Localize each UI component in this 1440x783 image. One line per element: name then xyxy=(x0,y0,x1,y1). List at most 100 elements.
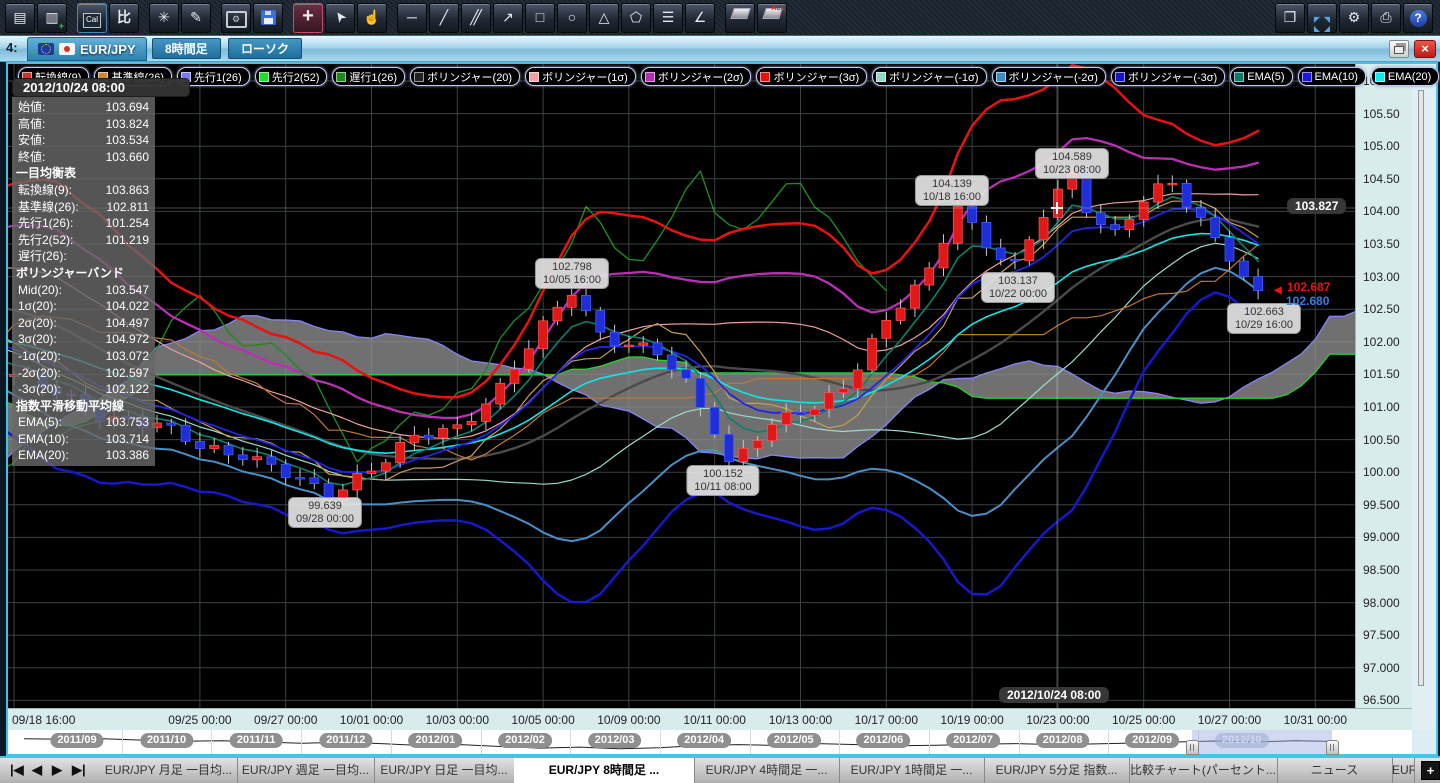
timeline-month[interactable]: 2012/05 xyxy=(767,733,821,748)
timeline-month[interactable]: 2011/11 xyxy=(230,733,283,748)
timeline-month[interactable]: 2012/04 xyxy=(677,733,731,748)
legend-label: EMA(10) xyxy=(1315,71,1358,83)
rectangle-button[interactable]: □ xyxy=(525,3,555,33)
crosshair-button[interactable]: + xyxy=(293,3,323,33)
windows-button[interactable]: ❐ xyxy=(1275,3,1305,33)
legend-item[interactable]: ボリンジャー(20) xyxy=(410,67,520,86)
price-tick-label: 98.000 xyxy=(1363,596,1400,610)
chart-tab[interactable]: ニュース xyxy=(1277,758,1393,783)
panel-row-value: 103.547 xyxy=(106,282,149,299)
chart-type-button[interactable]: ローソク xyxy=(228,38,302,59)
legend-item[interactable]: EMA(20) xyxy=(1371,67,1439,86)
legend-item[interactable]: EMA(5) xyxy=(1230,67,1292,86)
legend-item[interactable]: 遅行1(26) xyxy=(332,67,405,86)
panel-row-value: 102.122 xyxy=(106,381,149,398)
timeline-selection[interactable] xyxy=(1192,730,1332,754)
timeline-month[interactable]: 2012/06 xyxy=(857,733,911,748)
restore-window-icon[interactable] xyxy=(1389,40,1409,58)
hand-button[interactable]: ☝ xyxy=(357,3,387,33)
legend-color-chip xyxy=(336,72,346,82)
panel-row-label: 高値: xyxy=(18,116,45,133)
panel-row-label: 始値: xyxy=(18,99,45,116)
chart-tab[interactable]: 比較チャート(パーセント... xyxy=(1129,758,1278,783)
timeline-handle-right[interactable] xyxy=(1326,740,1339,755)
skip-first-icon[interactable]: |◀ xyxy=(10,762,24,778)
legend-item[interactable]: ボリンジャー(3σ) xyxy=(756,67,867,86)
timeline-month[interactable]: 2012/01 xyxy=(409,733,463,748)
gear-button[interactable]: ⚙ xyxy=(1339,3,1369,33)
panel-row-value: 103.863 xyxy=(106,182,149,199)
eraser-button[interactable] xyxy=(725,3,755,33)
pencil-button[interactable]: ✎ xyxy=(181,3,211,33)
crosshair-time-label: 2012/10/24 08:00 xyxy=(999,687,1109,703)
timeline-month[interactable]: 2011/10 xyxy=(140,733,193,748)
panel-row-label: 3σ(20): xyxy=(18,331,57,348)
legend-item[interactable]: ボリンジャー(2σ) xyxy=(641,67,752,86)
timeline-month[interactable]: 2012/08 xyxy=(1036,733,1090,748)
swing-point-label: 103.13710/22 00:00 xyxy=(981,272,1055,303)
legend-item[interactable]: ボリンジャー(-3σ) xyxy=(1111,67,1225,86)
ray-line-button[interactable]: ↗ xyxy=(493,3,523,33)
trend-line-button[interactable]: ╱ xyxy=(429,3,459,33)
legend-item[interactable]: ボリンジャー(1σ) xyxy=(525,67,636,86)
vertical-scrollbar[interactable] xyxy=(1418,90,1424,686)
chart-tab[interactable]: EUR/JPY 4時間足 一... xyxy=(694,758,840,783)
time-tick-label: 10/25 00:00 xyxy=(1112,713,1175,727)
add-chart-button[interactable]: ▥+ xyxy=(37,3,67,33)
help-button[interactable]: ? xyxy=(1403,3,1433,33)
timeline-month[interactable]: 2012/09 xyxy=(1125,733,1179,748)
horizontal-line-button[interactable]: ─ xyxy=(397,3,427,33)
timeline-month[interactable]: 2011/12 xyxy=(319,733,372,748)
monitor-settings-button[interactable]: ⚙ xyxy=(221,3,251,33)
timeline-handle-left[interactable] xyxy=(1186,740,1199,755)
eraser-all-button[interactable]: ALL xyxy=(757,3,787,33)
add-tab-button[interactable]: + xyxy=(1421,761,1440,780)
legend-item[interactable]: ボリンジャー(-1σ) xyxy=(872,67,986,86)
legend-item[interactable]: EMA(10) xyxy=(1298,67,1366,86)
panel-row-label: 1σ(20): xyxy=(18,298,57,315)
chart-tab[interactable]: EUR/JPY 月足 一目均... xyxy=(100,758,238,783)
save-button[interactable] xyxy=(253,3,283,33)
chart-list-button[interactable]: ▤ xyxy=(5,3,35,33)
time-tick-label: 10/03 00:00 xyxy=(426,713,489,727)
printer-button[interactable]: ⎙ xyxy=(1371,3,1401,33)
timeframe-button[interactable]: 8時間足 xyxy=(152,38,221,59)
step-back-icon[interactable]: ◀ xyxy=(32,762,42,778)
step-forward-icon[interactable]: ▶ xyxy=(52,762,62,778)
expand-button[interactable]: ◤◥◣◢ xyxy=(1307,3,1337,33)
chart-tab-active[interactable]: EUR/JPY 8時間足 ... xyxy=(514,758,695,783)
price-tick-label: 96.500 xyxy=(1363,693,1400,707)
compare-button[interactable]: 比 xyxy=(109,3,139,33)
panel-row: 先行1(26):101.254 xyxy=(12,215,155,232)
legend-item[interactable]: ボリンジャー(-2σ) xyxy=(992,67,1106,86)
timeline-month[interactable]: 2012/03 xyxy=(588,733,642,748)
price-chart[interactable] xyxy=(8,64,1355,708)
parallel-lines-button[interactable]: ╱╱ xyxy=(461,3,491,33)
panel-row-value: 102.597 xyxy=(106,365,149,382)
timeline-month[interactable]: 2012/02 xyxy=(498,733,552,748)
chart-tab[interactable]: EUR xyxy=(1392,758,1415,783)
close-window-button[interactable]: × xyxy=(1414,40,1436,58)
chart-tab[interactable]: EUR/JPY 5分足 指数... xyxy=(984,758,1130,783)
time-tick-label: 10/27 00:00 xyxy=(1198,713,1261,727)
eu-flag-icon xyxy=(38,43,54,55)
calendar-button[interactable]: Cal xyxy=(77,3,107,33)
fibonacci-button[interactable]: ☰ xyxy=(653,3,683,33)
legend-item[interactable]: 先行2(52) xyxy=(255,67,328,86)
cursor-button[interactable]: ➤ xyxy=(325,3,355,33)
skip-last-icon[interactable]: ▶| xyxy=(72,762,86,778)
ellipse-button[interactable]: ○ xyxy=(557,3,587,33)
fan-lines-button[interactable]: ∠ xyxy=(685,3,715,33)
price-axis: 106.00105.50105.00104.50104.00103.50103.… xyxy=(1355,64,1412,708)
swing-time: 10/11 08:00 xyxy=(694,481,751,494)
pair-tab[interactable]: EUR/JPY xyxy=(27,37,147,61)
chart-tab[interactable]: EUR/JPY 日足 一目均... xyxy=(374,758,515,783)
timeline-navigator[interactable]: 2011/09 2011/10 2011/11 2011/12 2012/01 2012/… xyxy=(8,730,1412,754)
triangle-button[interactable]: △ xyxy=(589,3,619,33)
pentagon-button[interactable]: ⬠ xyxy=(621,3,651,33)
timeline-month[interactable]: 2012/07 xyxy=(946,733,1000,748)
timeline-month[interactable]: 2011/09 xyxy=(50,733,103,748)
technical-points-button[interactable]: ✳ xyxy=(149,3,179,33)
chart-tab[interactable]: EUR/JPY 週足 一目均... xyxy=(237,758,375,783)
chart-tab[interactable]: EUR/JPY 1時間足 一... xyxy=(839,758,985,783)
